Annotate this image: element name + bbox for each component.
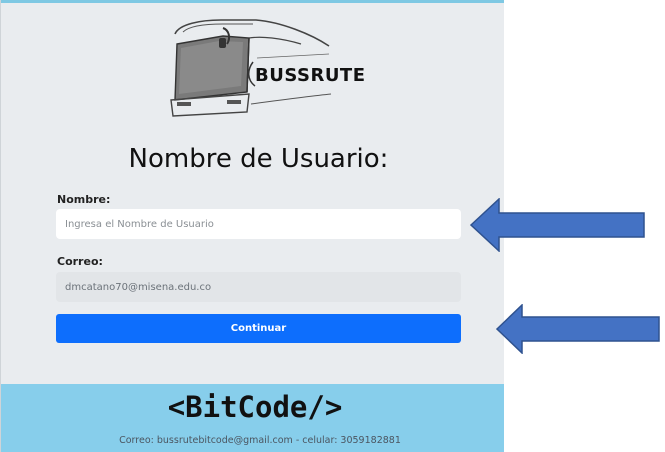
footer: <BitCode/> Correo: bussrutebitcode@gmail… <box>1 384 504 452</box>
left-arrow-icon <box>496 304 660 354</box>
name-label: Nombre: <box>57 193 111 206</box>
footer-contact: Correo: bussrutebitcode@gmail.com - celu… <box>119 435 401 446</box>
email-field[interactable] <box>56 272 461 302</box>
username-input[interactable] <box>56 209 461 239</box>
page-title: Nombre de Usuario: <box>128 144 389 174</box>
footer-brand: <BitCode/> <box>167 390 343 424</box>
top-accent-line <box>1 0 504 3</box>
continue-button[interactable]: Continuar <box>56 314 461 343</box>
login-panel: BUSSRUTE Nombre de Usuario: Nombre: Corr… <box>0 0 504 452</box>
email-label: Correo: <box>57 255 103 268</box>
logo-text: BUSSRUTE <box>255 65 366 86</box>
left-arrow-icon <box>470 198 645 252</box>
